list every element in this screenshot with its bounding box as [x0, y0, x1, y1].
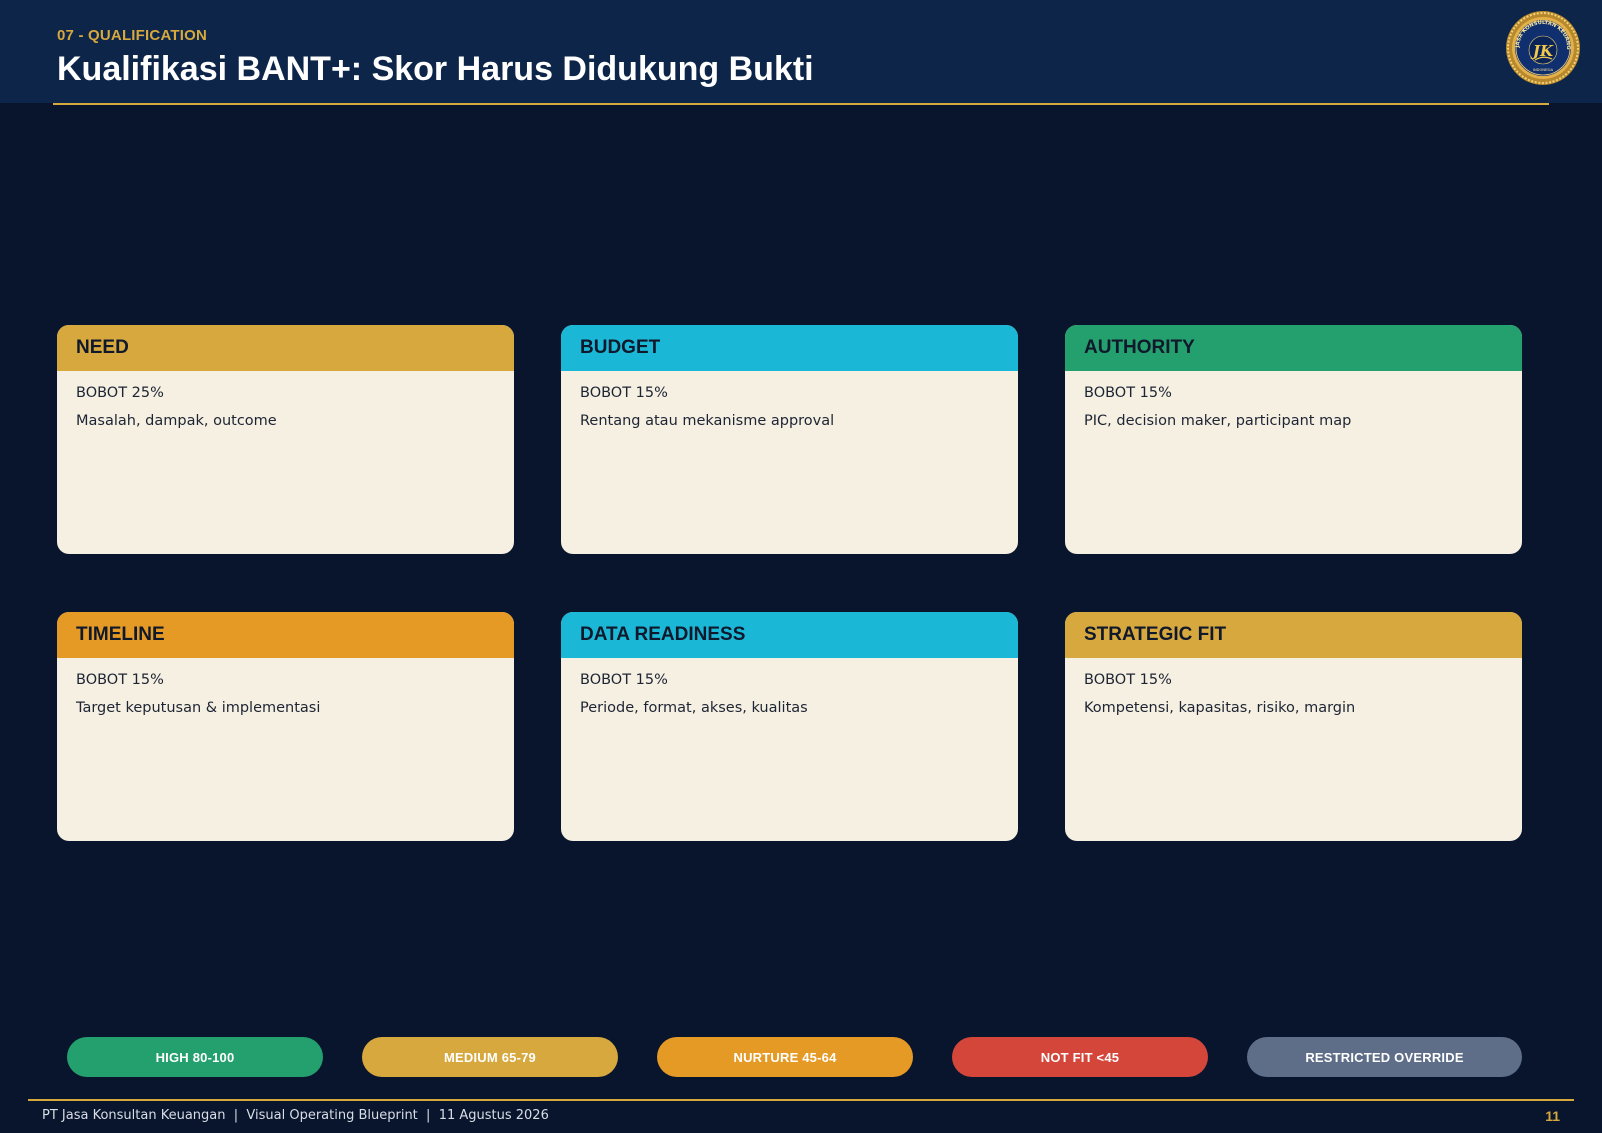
card-title: DATA READINESS	[561, 612, 1018, 658]
card-weight: BOBOT 15%	[580, 385, 668, 401]
company-seal-logo: PT. JASA KONSULTAN KEUANGAN INDONESIA JK	[1505, 10, 1580, 85]
svg-text:INDONESIA: INDONESIA	[1533, 68, 1554, 72]
section-tag: 07 - QUALIFICATION	[57, 27, 207, 44]
criteria-card-timeline: TIMELINE BOBOT 15% Target keputusan & im…	[57, 612, 514, 841]
card-weight: BOBOT 15%	[580, 672, 668, 688]
score-band-high: HIGH 80-100	[67, 1037, 323, 1077]
card-description: PIC, decision maker, participant map	[1084, 413, 1352, 429]
criteria-card-strategic-fit: STRATEGIC FIT BOBOT 15% Kompetensi, kapa…	[1065, 612, 1522, 841]
score-band-not-fit: NOT FIT <45	[952, 1037, 1208, 1077]
score-band-restricted-override: RESTRICTED OVERRIDE	[1247, 1037, 1522, 1077]
score-band-nurture: NURTURE 45-64	[657, 1037, 913, 1077]
criteria-card-need: NEED BOBOT 25% Masalah, dampak, outcome	[57, 325, 514, 554]
card-title: TIMELINE	[57, 612, 514, 658]
slide-header: 07 - QUALIFICATION Kualifikasi BANT+: Sk…	[0, 0, 1602, 103]
footer-divider	[28, 1099, 1574, 1101]
page-title: Kualifikasi BANT+: Skor Harus Didukung B…	[57, 50, 814, 88]
card-description: Periode, format, akses, kualitas	[580, 700, 808, 716]
criteria-card-authority: AUTHORITY BOBOT 15% PIC, decision maker,…	[1065, 325, 1522, 554]
criteria-card-budget: BUDGET BOBOT 15% Rentang atau mekanisme …	[561, 325, 1018, 554]
card-title: NEED	[57, 325, 514, 371]
score-band-medium: MEDIUM 65-79	[362, 1037, 618, 1077]
criteria-card-data-readiness: DATA READINESS BOBOT 15% Periode, format…	[561, 612, 1018, 841]
card-title: BUDGET	[561, 325, 1018, 371]
header-divider	[53, 103, 1549, 105]
card-description: Rentang atau mekanisme approval	[580, 413, 835, 429]
card-weight: BOBOT 15%	[1084, 672, 1172, 688]
card-description: Masalah, dampak, outcome	[76, 413, 277, 429]
page-number: 11	[1545, 1108, 1560, 1124]
footer-text: PT Jasa Konsultan Keuangan | Visual Oper…	[42, 1108, 549, 1123]
card-weight: BOBOT 25%	[76, 385, 164, 401]
card-description: Target keputusan & implementasi	[76, 700, 321, 716]
card-weight: BOBOT 15%	[1084, 385, 1172, 401]
card-title: STRATEGIC FIT	[1065, 612, 1522, 658]
card-weight: BOBOT 15%	[76, 672, 164, 688]
card-title: AUTHORITY	[1065, 325, 1522, 371]
card-description: Kompetensi, kapasitas, risiko, margin	[1084, 700, 1356, 716]
